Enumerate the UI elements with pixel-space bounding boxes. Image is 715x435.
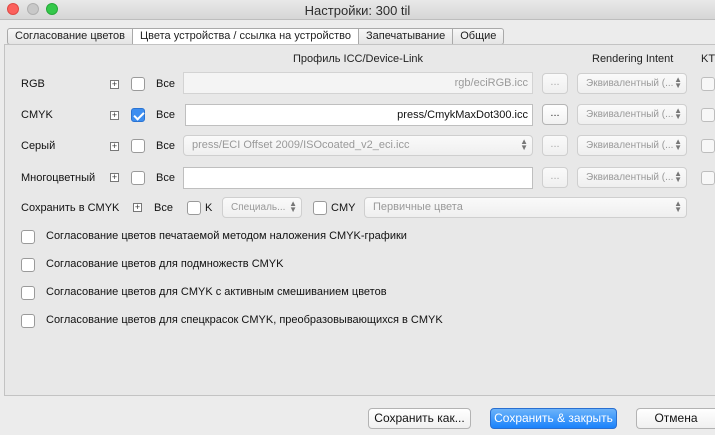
preserve-cmy-label: CMY	[331, 202, 356, 214]
kt-column-header: KT	[701, 53, 715, 65]
expand-preserve-icon[interactable]: +	[133, 203, 142, 212]
row-multicolor-label: Многоцветный	[21, 172, 96, 184]
select-arrows-icon: ▲ ▼	[520, 137, 528, 152]
cancel-button[interactable]: Отмена	[636, 408, 715, 429]
intent-column-header: Rendering Intent	[592, 53, 674, 65]
window-title: Настройки: 300 til	[304, 3, 411, 18]
option-subsets-label: Согласование цветов для подмножеств CMYK	[46, 258, 284, 270]
rgb-all-checkbox[interactable]	[131, 77, 145, 91]
cmyk-intent-select[interactable]: Эквивалентный (... ▲ ▼	[577, 104, 687, 125]
option-spot-colors-checkbox[interactable]	[21, 314, 35, 328]
option-subsets-checkbox[interactable]	[21, 258, 35, 272]
tab-general[interactable]: Общие	[453, 28, 505, 45]
cmyk-all-label: Все	[156, 109, 175, 121]
multicolor-profile-field[interactable]	[183, 167, 533, 189]
gray-intent-select[interactable]: Эквивалентный (... ▲ ▼	[577, 135, 687, 156]
rgb-all-label: Все	[156, 78, 175, 90]
select-arrows-icon: ▲ ▼	[674, 169, 682, 184]
multicolor-intent-select[interactable]: Эквивалентный (... ▲ ▼	[577, 167, 687, 188]
gray-profile-value: press/ECI Offset 2009/ISOcoated_v2_eci.i…	[192, 139, 410, 151]
rgb-intent-select[interactable]: Эквивалентный (... ▲ ▼	[577, 73, 687, 94]
option-blending-label: Согласование цветов для CMYK с активным …	[46, 286, 387, 298]
expand-cmyk-icon[interactable]: +	[110, 111, 119, 120]
profile-column-header: Профиль ICC/Device-Link	[293, 53, 424, 65]
gray-profile-select[interactable]: press/ECI Offset 2009/ISOcoated_v2_eci.i…	[183, 135, 533, 156]
gray-intent-value: Эквивалентный (...	[586, 140, 674, 151]
expand-rgb-icon[interactable]: +	[110, 80, 119, 89]
row-gray-label: Серый	[21, 140, 56, 152]
multicolor-intent-value: Эквивалентный (...	[586, 172, 674, 183]
cmyk-all-checkbox[interactable]	[131, 108, 145, 122]
tab-bar: Согласование цветов Цвета устройства / с…	[7, 28, 505, 45]
multicolor-all-checkbox[interactable]	[131, 171, 145, 185]
multicolor-all-label: Все	[156, 172, 175, 184]
preserve-cmy-select[interactable]: Первичные цвета ▲ ▼	[364, 197, 687, 218]
cmyk-intent-value: Эквивалентный (...	[586, 109, 674, 120]
expand-gray-icon[interactable]: +	[110, 142, 119, 151]
select-arrows-icon: ▲ ▼	[674, 75, 682, 90]
cmyk-profile-field[interactable]: press/CmykMaxDot300.icc	[185, 104, 533, 126]
rgb-intent-value: Эквивалентный (...	[586, 78, 674, 89]
cmyk-browse-button[interactable]: ...	[542, 104, 568, 125]
title-bar: Настройки: 300 til	[0, 0, 715, 20]
select-arrows-icon: ▲ ▼	[674, 199, 682, 214]
preserve-k-checkbox[interactable]	[187, 201, 201, 215]
preserve-k-value: Специаль...	[231, 202, 286, 213]
tab-device-colors[interactable]: Цвета устройства / ссылка на устройство	[133, 28, 360, 45]
gray-kt-checkbox[interactable]	[701, 139, 715, 153]
select-arrows-icon: ▲ ▼	[674, 106, 682, 121]
preserve-all-label: Все	[154, 202, 173, 214]
select-arrows-icon: ▲ ▼	[289, 199, 297, 214]
multicolor-kt-checkbox[interactable]	[701, 171, 715, 185]
gray-all-checkbox[interactable]	[131, 139, 145, 153]
option-blending-checkbox[interactable]	[21, 286, 35, 300]
preserve-cmy-checkbox[interactable]	[313, 201, 327, 215]
row-rgb-label: RGB	[21, 78, 45, 90]
rgb-browse-button[interactable]: ...	[542, 73, 568, 94]
preserve-cmyk-label: Сохранить в CMYK	[21, 202, 120, 214]
cmyk-kt-checkbox[interactable]	[701, 108, 715, 122]
option-spot-colors-label: Согласование цветов для спецкрасок CMYK,…	[46, 314, 443, 326]
gray-all-label: Все	[156, 140, 175, 152]
select-arrows-icon: ▲ ▼	[674, 137, 682, 152]
row-cmyk-label: CMYK	[21, 109, 53, 121]
rgb-profile-field[interactable]: rgb/eciRGB.icc	[183, 72, 533, 94]
tab-color-matching[interactable]: Согласование цветов	[7, 28, 133, 45]
preserve-k-label: K	[205, 202, 213, 214]
preserve-cmy-value: Первичные цвета	[373, 201, 463, 213]
settings-panel	[4, 44, 715, 396]
option-overprint-label: Согласование цветов печатаемой методом н…	[46, 230, 407, 242]
gray-browse-button[interactable]: ...	[542, 135, 568, 156]
preserve-k-select[interactable]: Специаль... ▲ ▼	[222, 197, 302, 218]
option-overprint-checkbox[interactable]	[21, 230, 35, 244]
tab-sealing[interactable]: Запечатывание	[359, 28, 454, 45]
save-as-button[interactable]: Сохранить как...	[368, 408, 471, 429]
expand-multicolor-icon[interactable]: +	[110, 173, 119, 182]
multicolor-browse-button[interactable]: ...	[542, 167, 568, 188]
save-and-close-button[interactable]: Сохранить & закрыть	[490, 408, 617, 429]
rgb-kt-checkbox[interactable]	[701, 77, 715, 91]
